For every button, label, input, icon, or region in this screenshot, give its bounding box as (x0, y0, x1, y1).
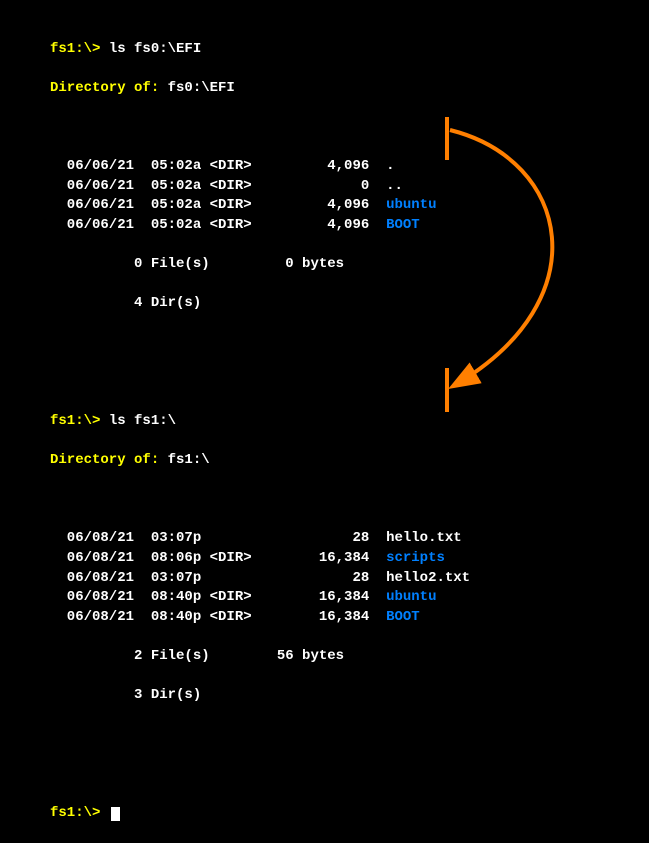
cursor-icon (111, 807, 120, 821)
dir-row: 06/08/21 08:06p <DIR> 16,384 scripts (50, 549, 649, 569)
dir-row: 06/08/21 08:40p <DIR> 16,384 BOOT (50, 608, 649, 628)
dir-label-2: Directory of: (50, 452, 159, 468)
dir-header-2: Directory of: fs1:\ (50, 451, 649, 471)
dir-label-1: Directory of: (50, 80, 159, 96)
terminal-output: fs1:\> ls fs0:\EFI Directory of: fs0:\EF… (0, 0, 649, 843)
dir-path-2: fs1:\ (159, 452, 209, 468)
row-name: .. (386, 178, 403, 194)
summary-files-1: 0 File(s) 0 bytes (50, 255, 649, 275)
row-meta: 06/06/21 05:02a <DIR> 0 (50, 178, 386, 194)
row-meta: 06/08/21 08:40p <DIR> 16,384 (50, 589, 386, 605)
row-name: ubuntu (386, 197, 436, 213)
dir-row: 06/06/21 05:02a <DIR> 4,096 . (50, 157, 649, 177)
row-name: ubuntu (386, 589, 436, 605)
row-name: . (386, 158, 394, 174)
row-meta: 06/08/21 03:07p 28 (50, 530, 386, 546)
dir-row: 06/08/21 08:40p <DIR> 16,384 ubuntu (50, 588, 649, 608)
row-meta: 06/08/21 08:40p <DIR> 16,384 (50, 609, 386, 625)
row-meta: 06/08/21 03:07p 28 (50, 570, 386, 586)
cmd-line-2: fs1:\> ls fs1:\ (50, 412, 649, 432)
row-meta: 06/06/21 05:02a <DIR> 4,096 (50, 158, 386, 174)
prompt-1: fs1:\> (50, 41, 100, 57)
row-name: hello2.txt (386, 570, 470, 586)
summary-dirs-1: 4 Dir(s) (50, 294, 649, 314)
dir-path-1: fs0:\EFI (159, 80, 235, 96)
cmd-1: ls fs0:\EFI (100, 41, 201, 57)
final-prompt: fs1:\> (50, 805, 109, 821)
dir-row: 06/08/21 03:07p 28 hello.txt (50, 529, 649, 549)
dir-row: 06/06/21 05:02a <DIR> 4,096 BOOT (50, 216, 649, 236)
row-name: hello.txt (386, 530, 462, 546)
prompt-2: fs1:\> (50, 413, 100, 429)
cmd-2: ls fs1:\ (100, 413, 176, 429)
dir-row: 06/08/21 03:07p 28 hello2.txt (50, 569, 649, 589)
cmd-line-1: fs1:\> ls fs0:\EFI (50, 40, 649, 60)
row-meta: 06/08/21 08:06p <DIR> 16,384 (50, 550, 386, 566)
dir-row: 06/06/21 05:02a <DIR> 4,096 ubuntu (50, 196, 649, 216)
summary-dirs-2: 3 Dir(s) (50, 686, 649, 706)
final-prompt-line[interactable]: fs1:\> (50, 804, 649, 824)
row-name: BOOT (386, 217, 420, 233)
row-meta: 06/06/21 05:02a <DIR> 4,096 (50, 217, 386, 233)
dir-header-1: Directory of: fs0:\EFI (50, 79, 649, 99)
summary-files-2: 2 File(s) 56 bytes (50, 647, 649, 667)
dir-row: 06/06/21 05:02a <DIR> 0 .. (50, 177, 649, 197)
row-meta: 06/06/21 05:02a <DIR> 4,096 (50, 197, 386, 213)
row-name: BOOT (386, 609, 420, 625)
row-name: scripts (386, 550, 445, 566)
